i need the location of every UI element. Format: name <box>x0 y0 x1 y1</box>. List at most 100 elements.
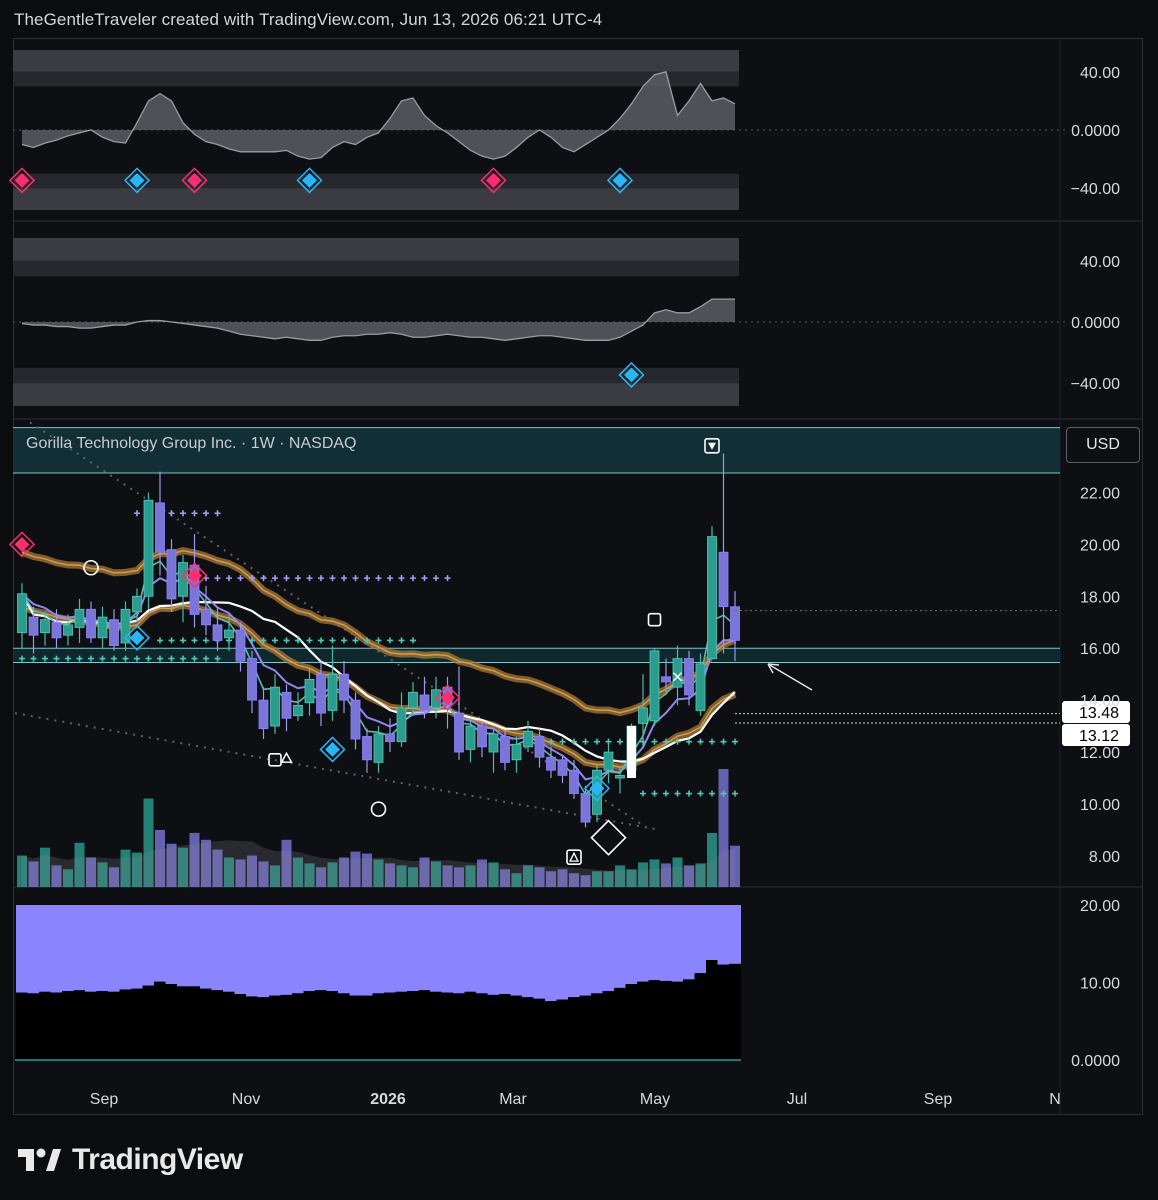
ratio-bar-top <box>73 905 86 991</box>
stop-plus-teal <box>663 790 669 797</box>
stop-plus-purple <box>398 575 405 582</box>
ratio-bar-top <box>683 905 695 980</box>
candle <box>454 712 464 753</box>
osc1-band <box>13 188 739 210</box>
ratio-bar-bottom <box>694 973 707 1060</box>
ratio-bar-bottom <box>73 990 86 1060</box>
stop-plus-purple <box>341 575 347 582</box>
candle <box>718 551 729 608</box>
ratio-bar-top <box>326 905 339 992</box>
candle <box>615 774 625 779</box>
footer: TradingView <box>16 1140 243 1180</box>
stop-plus-teal <box>732 738 738 745</box>
candle <box>362 736 372 761</box>
osc1-band <box>13 173 739 189</box>
stop-plus-teal <box>697 790 704 797</box>
stop-plus-teal <box>180 637 186 644</box>
candle <box>488 733 499 753</box>
stop-plus-teal <box>306 637 313 644</box>
brand-name: TradingView <box>72 1143 243 1176</box>
ratio-bar-top <box>177 905 189 987</box>
ratio-bar-top <box>27 905 40 994</box>
stop-plus-teal <box>398 637 405 644</box>
stop-plus-purple <box>306 575 313 582</box>
stop-plus-purple <box>272 575 278 582</box>
x-tick: Sep <box>924 1091 953 1108</box>
stop-plus-teal <box>651 790 658 797</box>
stop-plus-teal <box>329 637 336 644</box>
stop-plus-purple <box>329 575 336 582</box>
osc1-tick: −40.00 <box>1071 181 1120 198</box>
stop-plus-teal <box>720 738 727 745</box>
ratio-bar-top <box>453 905 465 994</box>
ratio-bar-top <box>648 905 661 981</box>
stop-plus-purple <box>237 575 244 582</box>
support-zone <box>13 648 1060 663</box>
ratio-bar-bottom <box>717 964 730 1060</box>
ratio-bar-top <box>729 905 741 964</box>
stop-plus-teal <box>582 738 589 745</box>
ratio-bar-top <box>614 905 626 988</box>
candle <box>270 686 280 727</box>
ratio-bar-bottom <box>395 991 408 1060</box>
stop-plus-purple <box>295 575 301 582</box>
candle <box>477 725 487 748</box>
ratio-bar-bottom <box>637 981 649 1060</box>
candle <box>684 658 694 696</box>
candle <box>695 663 706 711</box>
stop-plus-purple <box>318 575 324 582</box>
price-tick: 20.00 <box>1080 537 1120 554</box>
ratio-bar-bottom <box>430 991 442 1060</box>
ratio-bar-bottom <box>211 990 224 1060</box>
square-marker <box>647 612 662 627</box>
ratio-bar-top <box>545 905 557 1002</box>
candle <box>373 733 384 763</box>
ratio-bar-bottom <box>579 995 592 1060</box>
stop-plus-teal <box>157 637 163 644</box>
stop-plus-teal <box>203 637 209 644</box>
stop-plus-teal <box>686 790 692 797</box>
stop-plus-purple <box>352 575 359 582</box>
candle <box>258 699 269 730</box>
tradingview-logo-icon <box>18 1148 61 1171</box>
ratio-tick: 0.0000 <box>1071 1053 1120 1070</box>
ratio-bar-top <box>671 905 684 982</box>
ratio-tick: 10.00 <box>1080 976 1120 993</box>
candle <box>523 730 533 748</box>
price-signal-3 <box>319 736 346 763</box>
candle <box>28 616 39 636</box>
stop-plus-teal <box>387 637 393 644</box>
candle <box>707 536 717 659</box>
ratio-bar-bottom <box>131 988 143 1060</box>
candle <box>339 673 349 701</box>
ratio-bar-bottom <box>349 995 362 1060</box>
stop-plus-purple <box>180 510 186 517</box>
candle <box>247 658 257 701</box>
x-tick: Sep <box>90 1091 119 1108</box>
osc1-tick: 40.00 <box>1080 65 1120 82</box>
osc2-tick: 0.0000 <box>1071 315 1120 332</box>
ratio-bar-top <box>579 905 592 996</box>
chart-canvas[interactable]: Gorilla Technology Group Inc. · 1W · NAS… <box>0 0 1158 1200</box>
candle <box>63 624 73 636</box>
candle <box>408 691 418 709</box>
ratio-bar-bottom <box>372 993 385 1060</box>
ratio-bar-top <box>85 905 97 992</box>
ratio-bar-top <box>522 905 534 998</box>
ratio-bar-top <box>280 905 293 995</box>
ratio-bar-bottom <box>568 997 580 1060</box>
candle <box>534 736 545 758</box>
ratio-bar-bottom <box>533 998 546 1060</box>
ratio-bar-bottom <box>62 991 74 1060</box>
ratio-bar-bottom <box>487 994 500 1060</box>
osc2-tick: 40.00 <box>1080 254 1120 271</box>
candle <box>17 593 27 634</box>
ratio-bar-top <box>315 905 327 991</box>
osc2-line <box>21 298 735 341</box>
stop-plus-teal <box>697 738 704 745</box>
stop-plus-purple <box>214 510 221 517</box>
ratio-bar-top <box>154 905 166 982</box>
ratio-bar-bottom <box>142 985 155 1060</box>
currency-button[interactable]: USD <box>1066 427 1140 463</box>
price-tick: 10.00 <box>1080 797 1120 814</box>
